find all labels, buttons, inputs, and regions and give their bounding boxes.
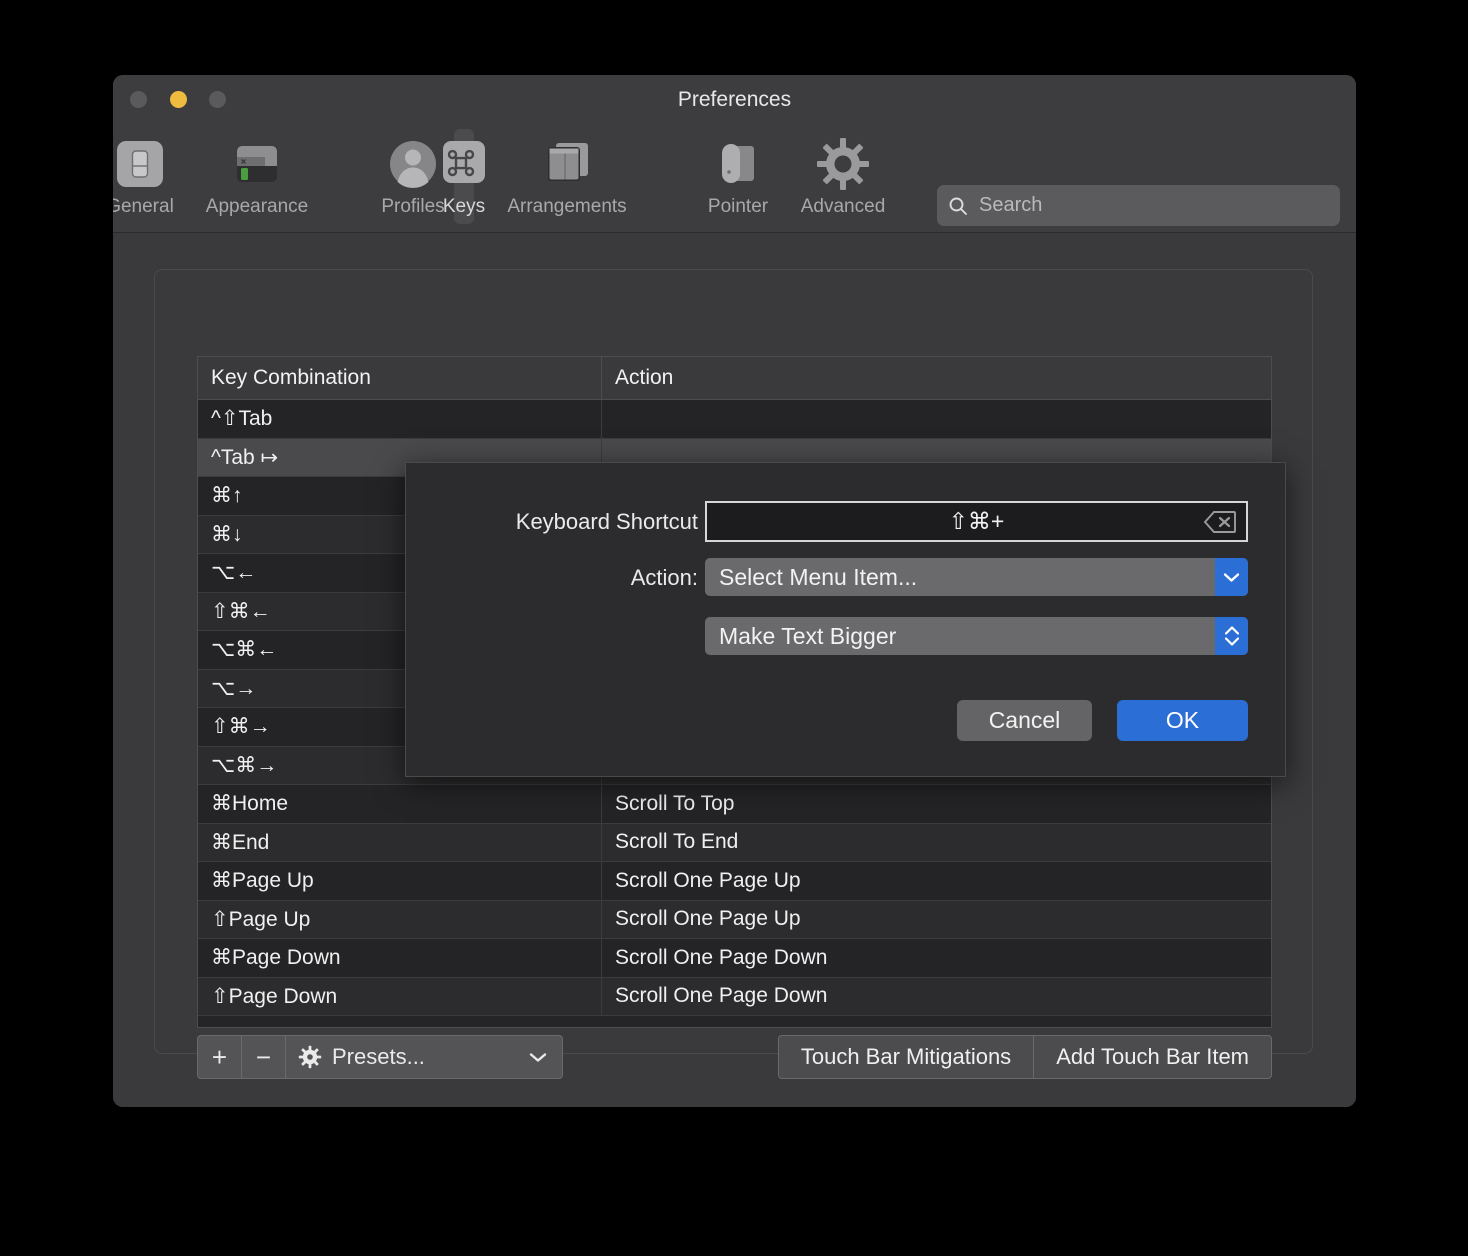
profiles-person-icon — [384, 135, 442, 193]
keyboard-shortcut-value: ⇧⌘+ — [948, 508, 1005, 534]
pointer-mouse-icon — [709, 135, 767, 193]
presets-label: Presets... — [332, 1044, 425, 1069]
add-shortcut-button[interactable]: + — [198, 1036, 242, 1078]
toolbar-item-profiles[interactable]: Profiles — [381, 129, 445, 224]
toolbar-item-profiles-label: Profiles — [381, 196, 445, 217]
table-row[interactable]: ^⇧Tab — [198, 400, 1271, 439]
window-title: Preferences — [677, 88, 792, 111]
chevron-up-down-icon — [1215, 617, 1248, 655]
toolbar-item-general[interactable]: General — [113, 129, 174, 224]
arrangements-windows-icon — [538, 135, 596, 193]
edit-shortcut-sheet: Keyboard Shortcut ⇧⌘+ Action: Select Men… — [405, 462, 1286, 777]
cancel-button[interactable]: Cancel — [957, 700, 1092, 741]
cell-action: Scroll To End — [615, 830, 739, 854]
touch-bar-buttons: Touch Bar Mitigations Add Touch Bar Item — [777, 1035, 1272, 1079]
table-row[interactable]: ⌘End Scroll To End — [198, 823, 1271, 862]
table-bottom-bar: + − Presets... Touch Bar Mitigations Add… — [197, 1035, 1272, 1079]
column-header-action[interactable]: Action — [602, 357, 1271, 399]
general-switch-icon — [113, 135, 169, 193]
cell-action: Scroll One Page Up — [615, 907, 801, 931]
touch-bar-mitigations-button[interactable]: Touch Bar Mitigations — [779, 1036, 1035, 1078]
toolbar-item-keys[interactable]: Keys — [443, 129, 485, 224]
action-popup-value: Select Menu Item... — [719, 563, 918, 590]
table-row[interactable]: ⇧Page Up Scroll One Page Up — [198, 900, 1271, 939]
keyboard-shortcut-field[interactable]: ⇧⌘+ — [705, 501, 1248, 542]
toolbar-item-appearance[interactable]: Appearance — [206, 129, 308, 224]
table-row[interactable]: ⌘Page Down Scroll One Page Down — [198, 939, 1271, 978]
add-remove-presets-segmented: + − Presets... — [197, 1035, 563, 1079]
search-input[interactable]: Search — [937, 185, 1340, 226]
cell-key-combination: ⇧Page Up — [198, 900, 602, 938]
cell-action: Scroll One Page Down — [615, 984, 828, 1008]
chevron-down-icon — [1215, 558, 1248, 596]
appearance-window-icon — [228, 135, 286, 193]
cell-action: Scroll To Top — [615, 791, 735, 815]
ok-button[interactable]: OK — [1117, 700, 1248, 741]
action-popup-button[interactable]: Select Menu Item... — [705, 558, 1248, 596]
cell-action: Scroll One Page Down — [615, 945, 828, 969]
cell-action — [602, 400, 1271, 438]
chevron-down-icon — [528, 1051, 548, 1064]
search-icon — [947, 195, 969, 217]
toolbar-item-general-label: General — [113, 196, 174, 217]
gear-icon — [298, 1045, 322, 1069]
toolbar-item-advanced[interactable]: Advanced — [801, 129, 885, 224]
add-touch-bar-item-button[interactable]: Add Touch Bar Item — [1034, 1036, 1271, 1078]
cell-key-combination: ⌘Page Up — [198, 862, 602, 900]
cell-action: Scroll One Page Up — [615, 868, 801, 892]
preferences-window: Preferences General Appearance Profiles … — [113, 75, 1356, 1107]
table-row[interactable]: ⌘Home Scroll To Top — [198, 785, 1271, 824]
preferences-toolbar: General Appearance Profiles Keys Arrange… — [113, 124, 1356, 233]
keys-command-icon — [435, 135, 493, 193]
toolbar-item-pointer[interactable]: Pointer — [708, 129, 768, 224]
remove-shortcut-button[interactable]: − — [242, 1036, 286, 1078]
close-button[interactable] — [130, 91, 147, 108]
toolbar-item-pointer-label: Pointer — [707, 196, 769, 217]
table-row[interactable]: ⇧Page Down Scroll One Page Down — [198, 977, 1271, 1016]
cell-key-combination: ^⇧Tab — [198, 400, 602, 438]
action-label: Action: — [630, 565, 698, 590]
menu-item-popup-button[interactable]: Make Text Bigger — [705, 617, 1248, 655]
search-placeholder: Search — [979, 194, 1043, 216]
cell-key-combination: ⇧Page Down — [198, 977, 602, 1015]
table-header-row: Key Combination Action — [198, 357, 1271, 400]
delete-backward-icon[interactable] — [1203, 510, 1237, 534]
cell-key-combination: ⌘Page Down — [198, 939, 602, 977]
cell-key-combination: ⌘End — [198, 823, 602, 861]
minimize-button[interactable] — [170, 91, 187, 108]
keyboard-shortcut-label: Keyboard Shortcut — [515, 509, 698, 534]
advanced-gear-icon — [814, 135, 872, 193]
toolbar-item-advanced-label: Advanced — [800, 196, 886, 217]
menu-item-popup-value: Make Text Bigger — [719, 622, 897, 649]
keys-pane: Key Combination Action ^⇧Tab ^Tab ↦ ⌘↑ ⌘↓ ⌥←… — [113, 233, 1356, 1107]
table-row[interactable]: ⌘Page Up Scroll One Page Up — [198, 862, 1271, 901]
presets-dropdown[interactable]: Presets... — [286, 1036, 562, 1078]
toolbar-item-appearance-label: Appearance — [205, 196, 309, 217]
toolbar-item-arrangements[interactable]: Arrangements — [507, 129, 627, 224]
zoom-button[interactable] — [209, 91, 226, 108]
cell-key-combination: ⌘Home — [198, 785, 602, 823]
titlebar: Preferences — [113, 75, 1356, 124]
toolbar-item-keys-label: Keys — [442, 196, 486, 217]
toolbar-item-arrangements-label: Arrangements — [507, 196, 627, 217]
column-header-key-combination[interactable]: Key Combination — [198, 357, 602, 399]
